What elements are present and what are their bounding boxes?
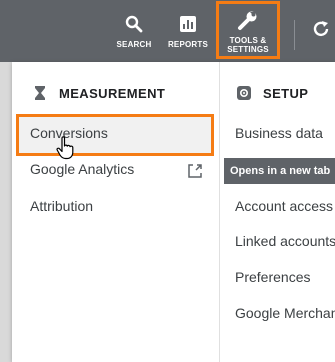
new-tab-tooltip: Opens in a new tab [224,158,335,184]
gear-icon [235,84,253,102]
tools-highlight-box [216,1,280,59]
hand-cursor-icon [55,136,77,160]
measurement-header: MEASUREMENT [31,82,165,104]
setup-header: SETUP [235,82,308,104]
reports-button[interactable]: REPORTS [164,0,212,62]
column-divider [219,62,220,362]
menu-item-google-analytics[interactable]: Google Analytics [30,158,134,180]
menu-item-account-access[interactable]: Account access [235,195,333,217]
measurement-title: MEASUREMENT [59,85,166,101]
menu-item-business-data[interactable]: Business data [235,122,323,144]
menu-item-preferences[interactable]: Preferences [235,266,310,288]
search-icon [123,13,145,35]
refresh-button[interactable] [306,0,335,62]
search-label: SEARCH [116,40,152,49]
menu-item-linked-accounts[interactable]: Linked accounts [235,230,335,252]
reports-label: REPORTS [167,40,209,49]
top-toolbar: SEARCH REPORTS TOOLS & SETTINGS [0,0,335,62]
reports-icon [177,13,199,35]
menu-item-attribution[interactable]: Attribution [30,195,93,217]
refresh-icon [310,18,332,40]
menu-item-google-merchant[interactable]: Google Merchant [235,302,335,324]
external-link-icon[interactable] [187,163,203,179]
toolbar-divider [294,20,295,50]
search-button[interactable]: SEARCH [112,0,156,62]
setup-title: SETUP [263,85,309,101]
hourglass-icon [31,84,49,102]
